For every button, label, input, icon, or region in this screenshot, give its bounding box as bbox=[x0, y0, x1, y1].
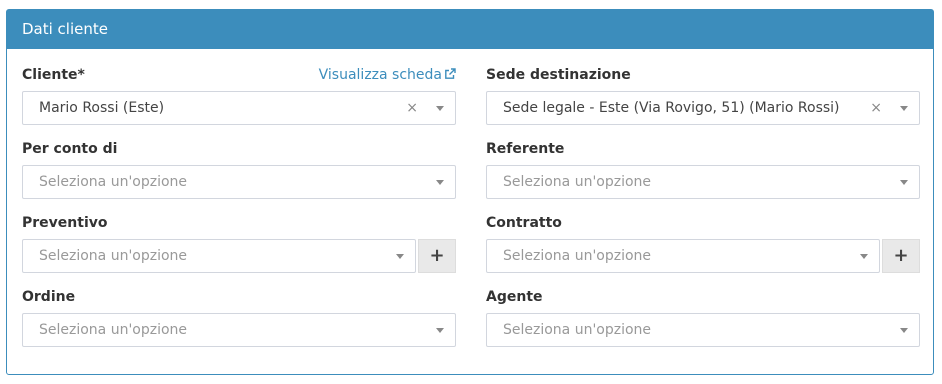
contratto-placeholder: Seleziona un'opzione bbox=[503, 248, 652, 264]
ordine-label: Ordine bbox=[22, 289, 76, 305]
referente-placeholder: Seleziona un'opzione bbox=[503, 174, 652, 190]
preventivo-select[interactable]: Seleziona un'opzione bbox=[22, 239, 416, 273]
cliente-selected-value: Mario Rossi (Este) bbox=[39, 100, 165, 116]
add-preventivo-button[interactable]: + bbox=[418, 239, 456, 273]
agente-label: Agente bbox=[486, 289, 543, 305]
preventivo-field: Preventivo Seleziona un'opzione + bbox=[22, 215, 456, 275]
caret-down-icon[interactable] bbox=[900, 328, 908, 333]
cliente-label: Cliente* bbox=[22, 67, 85, 83]
ordine-select[interactable]: Seleziona un'opzione bbox=[22, 313, 456, 347]
caret-down-icon[interactable] bbox=[900, 180, 908, 185]
referente-label: Referente bbox=[486, 141, 565, 157]
add-contratto-button[interactable]: + bbox=[882, 239, 920, 273]
caret-down-icon[interactable] bbox=[860, 254, 868, 259]
dati-cliente-panel: Dati cliente Cliente* Visualizza scheda … bbox=[6, 9, 934, 375]
external-link-icon bbox=[445, 68, 456, 79]
per-conto-di-placeholder: Seleziona un'opzione bbox=[39, 174, 188, 190]
agente-field: Agente Seleziona un'opzione bbox=[486, 289, 920, 349]
sede-destinazione-select[interactable]: Sede legale - Este (Via Rovigo, 51) (Mar… bbox=[486, 91, 920, 125]
sede-destinazione-selected-value: Sede legale - Este (Via Rovigo, 51) (Mar… bbox=[503, 100, 840, 116]
ordine-field: Ordine Seleziona un'opzione bbox=[22, 289, 456, 349]
contratto-field: Contratto Seleziona un'opzione + bbox=[486, 215, 920, 275]
contratto-select[interactable]: Seleziona un'opzione bbox=[486, 239, 880, 273]
referente-select[interactable]: Seleziona un'opzione bbox=[486, 165, 920, 199]
ordine-placeholder: Seleziona un'opzione bbox=[39, 322, 188, 338]
cliente-select[interactable]: Mario Rossi (Este) × bbox=[22, 91, 456, 125]
per-conto-di-field: Per conto di Seleziona un'opzione bbox=[22, 141, 456, 201]
referente-field: Referente Seleziona un'opzione bbox=[486, 141, 920, 201]
preventivo-label: Preventivo bbox=[22, 215, 108, 231]
per-conto-di-select[interactable]: Seleziona un'opzione bbox=[22, 165, 456, 199]
caret-down-icon[interactable] bbox=[436, 106, 444, 111]
agente-placeholder: Seleziona un'opzione bbox=[503, 322, 652, 338]
visualizza-scheda-label: Visualizza scheda bbox=[318, 67, 442, 83]
contratto-label: Contratto bbox=[486, 215, 562, 231]
cliente-field: Cliente* Visualizza scheda Mario Rossi (… bbox=[22, 67, 456, 127]
sede-destinazione-clear-icon[interactable]: × bbox=[870, 92, 882, 124]
caret-down-icon[interactable] bbox=[436, 328, 444, 333]
caret-down-icon[interactable] bbox=[396, 254, 404, 259]
caret-down-icon[interactable] bbox=[436, 180, 444, 185]
visualizza-scheda-link[interactable]: Visualizza scheda bbox=[319, 67, 456, 83]
per-conto-di-label: Per conto di bbox=[22, 141, 118, 157]
preventivo-placeholder: Seleziona un'opzione bbox=[39, 248, 188, 264]
sede-destinazione-field: Sede destinazione Sede legale - Este (Vi… bbox=[486, 67, 920, 127]
agente-select[interactable]: Seleziona un'opzione bbox=[486, 313, 920, 347]
caret-down-icon[interactable] bbox=[900, 106, 908, 111]
panel-title: Dati cliente bbox=[7, 10, 933, 49]
cliente-clear-icon[interactable]: × bbox=[406, 92, 418, 124]
sede-destinazione-label: Sede destinazione bbox=[486, 67, 631, 83]
